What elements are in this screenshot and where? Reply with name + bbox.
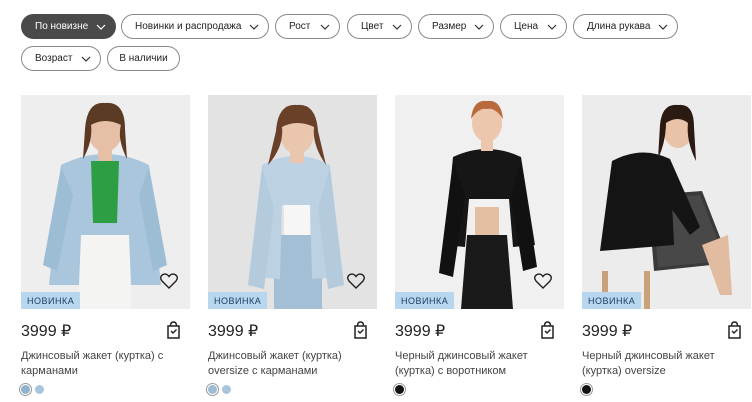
filter-sort-newness[interactable]: По новизне	[21, 14, 116, 39]
product-photo-illustration	[582, 95, 751, 309]
chevron-down-icon	[249, 24, 259, 30]
shopping-bag-icon[interactable]	[540, 321, 555, 339]
shopping-bag-icon[interactable]	[166, 321, 181, 339]
color-swatches	[580, 383, 593, 396]
new-badge: НОВИНКА	[582, 292, 642, 309]
new-badge: НОВИНКА	[395, 292, 455, 309]
heart-icon[interactable]	[347, 273, 365, 289]
filter-new-and-sale[interactable]: Новинки и распродажа	[121, 14, 269, 39]
product-title[interactable]: Джинсовый жакет (куртка) с карманами	[21, 349, 181, 379]
product-price: 3999 ₽	[395, 323, 446, 340]
chevron-down-icon	[547, 24, 557, 30]
filter-size[interactable]: Размер	[418, 14, 494, 39]
color-swatch[interactable]	[580, 383, 593, 396]
chevron-down-icon	[81, 56, 91, 62]
product-card[interactable]: НОВИНКА 3999 ₽ Джинсовый жакет (куртка) …	[206, 95, 377, 397]
filter-label: Рост	[289, 21, 311, 32]
product-title[interactable]: Черный джинсовый жакет (куртка) oversize	[582, 349, 742, 379]
color-swatches	[19, 383, 44, 396]
heart-icon[interactable]	[534, 273, 552, 289]
filter-color[interactable]: Цвет	[347, 14, 412, 39]
filter-in-stock[interactable]: В наличии	[107, 46, 180, 71]
product-image[interactable]: НОВИНКА	[21, 95, 190, 309]
chevron-down-icon	[658, 24, 668, 30]
filter-label: Возраст	[35, 53, 73, 64]
product-card[interactable]: НОВИНКА 3999 ₽ Джинсовый жакет (куртка) …	[19, 95, 190, 397]
color-swatch[interactable]	[35, 385, 44, 394]
filter-sleeve-length[interactable]: Длина рукава	[573, 14, 678, 39]
filter-label: Цвет	[361, 21, 384, 32]
color-swatch[interactable]	[206, 383, 219, 396]
filter-label: В наличии	[119, 53, 168, 64]
product-image[interactable]: НОВИНКА	[582, 95, 751, 309]
product-card[interactable]: НОВИНКА 3999 ₽ Черный джинсовый жакет (к…	[580, 95, 751, 397]
heart-icon[interactable]	[160, 273, 178, 289]
color-swatches	[393, 383, 406, 396]
new-badge: НОВИНКА	[21, 292, 81, 309]
filter-price[interactable]: Цена	[500, 14, 567, 39]
product-price: 3999 ₽	[21, 323, 72, 340]
product-title[interactable]: Джинсовый жакет (куртка) oversize с карм…	[208, 349, 368, 379]
filter-label: Размер	[432, 21, 467, 32]
filter-age[interactable]: Возраст	[21, 46, 101, 71]
chevron-down-icon	[474, 24, 484, 30]
product-title[interactable]: Черный джинсовый жакет (куртка) с воротн…	[395, 349, 555, 379]
color-swatch[interactable]	[393, 383, 406, 396]
product-image[interactable]: НОВИНКА	[208, 95, 377, 309]
chevron-down-icon	[96, 24, 106, 30]
product-price: 3999 ₽	[582, 323, 633, 340]
filter-label: По новизне	[35, 21, 89, 32]
product-card[interactable]: НОВИНКА 3999 ₽ Черный джинсовый жакет (к…	[393, 95, 564, 397]
shopping-bag-icon[interactable]	[727, 321, 742, 339]
chevron-down-icon	[392, 24, 402, 30]
filter-label: Новинки и распродажа	[135, 21, 242, 32]
color-swatch[interactable]	[19, 383, 32, 396]
filter-label: Цена	[514, 21, 539, 32]
filter-label: Длина рукава	[587, 21, 651, 32]
color-swatches	[206, 383, 231, 396]
color-swatch[interactable]	[222, 385, 231, 394]
product-price: 3999 ₽	[208, 323, 259, 340]
chevron-down-icon	[320, 24, 330, 30]
new-badge: НОВИНКА	[208, 292, 268, 309]
shopping-bag-icon[interactable]	[353, 321, 368, 339]
filter-height[interactable]: Рост	[275, 14, 340, 39]
product-image[interactable]: НОВИНКА	[395, 95, 564, 309]
